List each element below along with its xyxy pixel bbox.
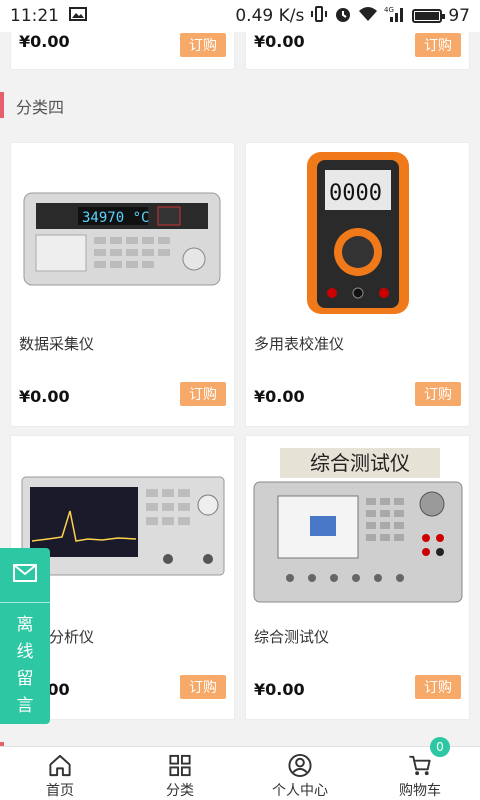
comprehensive-tester-image: 综合测试仪 <box>246 436 469 616</box>
product-name: 综合测试仪 <box>254 628 330 646</box>
vibrate-icon <box>310 5 328 28</box>
image-notification-icon <box>69 6 87 26</box>
product-card[interactable]: 0000 多用表校准仪 ¥0.00 订购 <box>245 142 470 427</box>
offline-message-button[interactable]: 离线留言 <box>0 548 50 724</box>
alarm-icon <box>334 5 352 28</box>
order-button[interactable]: 订购 <box>180 382 226 406</box>
nav-label: 首页 <box>46 783 74 799</box>
nav-label: 购物车 <box>399 783 441 799</box>
network-speed: 0.49 K/s <box>235 6 305 26</box>
battery-level: 97 <box>448 6 470 26</box>
status-time: 11:21 <box>10 6 59 26</box>
signal-icon: 4G <box>384 5 406 28</box>
grid-icon <box>169 754 191 777</box>
product-price: ¥0.00 <box>19 32 70 51</box>
nav-category[interactable]: 分类 <box>120 747 240 800</box>
product-card[interactable]: 34970 °C 数据采集仪 ¥0.00 订购 <box>10 142 235 427</box>
home-icon <box>49 754 71 777</box>
svg-text:0000: 0000 <box>329 181 382 206</box>
product-price: ¥0.00 <box>254 387 305 406</box>
order-button[interactable]: 订购 <box>415 382 461 406</box>
product-price: ¥0.00 <box>254 32 305 51</box>
svg-text:4G: 4G <box>384 6 394 14</box>
section-accent-bar <box>0 92 4 118</box>
svg-text:综合测试仪: 综合测试仪 <box>310 451 410 475</box>
next-section-header <box>0 728 480 746</box>
user-icon <box>288 753 312 778</box>
nav-profile[interactable]: 个人中心 <box>240 747 360 800</box>
wifi-icon <box>358 6 378 27</box>
status-bar: 11:21 0.49 K/s 4G 97 <box>0 0 480 32</box>
svg-text:34970 °C: 34970 °C <box>82 210 149 226</box>
product-price: ¥0.00 <box>19 387 70 406</box>
category-section-header: 分类四 <box>0 78 480 132</box>
mail-icon <box>13 564 37 582</box>
nav-label: 分类 <box>166 783 194 799</box>
order-button[interactable]: 订购 <box>180 33 226 57</box>
multimeter-image: 0000 <box>246 143 469 323</box>
order-button[interactable]: 订购 <box>415 675 461 699</box>
product-price: ¥0.00 <box>254 680 305 699</box>
product-name: 数据采集仪 <box>19 335 95 353</box>
bottom-navigation: 首页 分类 个人中心 0 购物车 <box>0 737 480 800</box>
product-card[interactable]: ¥0.00 订购 <box>10 32 235 70</box>
data-acquisition-device-image: 34970 °C <box>11 143 234 323</box>
order-button[interactable]: 订购 <box>180 675 226 699</box>
offline-message-label: 离线留言 <box>16 615 34 716</box>
divider <box>0 602 50 603</box>
product-name: 多用表校准仪 <box>254 335 345 353</box>
battery-icon <box>412 9 446 23</box>
product-card[interactable]: ¥0.00 订购 <box>245 32 470 70</box>
cart-badge: 0 <box>430 737 450 757</box>
order-button[interactable]: 订购 <box>415 33 461 57</box>
product-list[interactable]: ¥0.00 订购 ¥0.00 订购 分类四 34970 °C 数据采集仪 ¥0.… <box>0 32 480 746</box>
nav-label: 个人中心 <box>272 783 328 799</box>
section-title: 分类四 <box>16 98 65 117</box>
nav-home[interactable]: 首页 <box>0 747 120 800</box>
product-card[interactable]: 综合测试仪 综合测试仪 ¥0.00 订购 <box>245 435 470 720</box>
cart-icon <box>409 755 431 776</box>
nav-cart[interactable]: 0 购物车 <box>360 737 480 800</box>
